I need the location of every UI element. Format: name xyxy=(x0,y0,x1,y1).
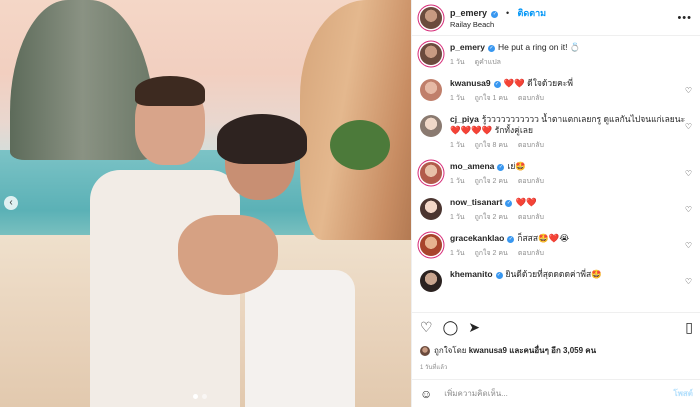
carousel-dot xyxy=(202,394,207,399)
heart-icon[interactable]: ♡ xyxy=(685,122,692,131)
post-photo[interactable]: ‹ xyxy=(0,0,411,407)
comment-icon[interactable]: ◯ xyxy=(443,319,459,336)
caption-username[interactable]: p_emery xyxy=(450,42,485,52)
reply-button[interactable]: ตอบกลับ xyxy=(518,142,544,149)
commenter-avatar[interactable] xyxy=(420,162,442,184)
carousel-dot xyxy=(193,394,198,399)
verified-icon: ✓ xyxy=(507,236,515,243)
likes-summary: ถูกใจโดย kwanusa9 และคนอื่นๆ อีก 3,059 ค… xyxy=(420,344,693,357)
comment-text: ก็สสส🤩❤️😭 xyxy=(517,233,570,243)
comment-time: 1 วัน xyxy=(450,178,465,185)
verified-icon: ✓ xyxy=(491,10,499,18)
commenter-avatar[interactable] xyxy=(420,270,442,292)
comment-item: gracekanklao ✓ ก็สสส🤩❤️😭 1 วัน ถูกใจ 2 คน ตอ… xyxy=(420,233,692,259)
comment-time: 1 วัน xyxy=(450,95,465,102)
post-location[interactable]: Railay Beach xyxy=(450,19,546,30)
heart-icon[interactable]: ♡ xyxy=(685,169,692,178)
post-date: 1 วันที่แล้ว xyxy=(420,365,448,371)
heart-icon[interactable]: ♡ xyxy=(685,277,692,286)
verified-icon: ✓ xyxy=(487,45,495,52)
comment-input[interactable] xyxy=(442,388,674,399)
add-comment-bar: ☺ โพสต์ xyxy=(412,379,700,407)
comment-text: ❤️❤️ ดีใจด้วยคะพี่ xyxy=(503,78,573,88)
verified-icon: ✓ xyxy=(497,164,505,171)
share-icon[interactable]: ➤ xyxy=(468,319,480,336)
carousel-prev-button[interactable]: ‹ xyxy=(4,196,18,210)
author-username[interactable]: p_emery xyxy=(450,8,487,18)
comment-likes[interactable]: ถูกใจ 2 คน xyxy=(475,178,508,185)
comment-item: kwanusa9 ✓ ❤️❤️ ดีใจด้วยคะพี่ 1 วัน ถูกใจ 1… xyxy=(420,78,692,104)
comment-time: 1 วัน xyxy=(450,214,465,221)
post-actions: ♡ ◯ ➤ ▯ ถูกใจโดย kwanusa9 และคนอื่นๆ อีก… xyxy=(412,312,700,372)
comment-text: รู้ววววววววววว น้ำตาแตกเลยกรู ดูแลกันไปจ… xyxy=(450,114,686,135)
verified-icon: ✓ xyxy=(495,272,503,279)
commenter-avatar[interactable] xyxy=(420,198,442,220)
carousel-dots xyxy=(193,394,207,399)
smile-icon[interactable]: ☺ xyxy=(420,387,432,401)
comment-username[interactable]: kwanusa9 xyxy=(450,78,491,88)
comment-item: now_tisanart ✓ ❤️❤️ 1 วัน ถูกใจ 2 คน ตอบกลับ… xyxy=(420,197,692,223)
likes-count[interactable]: และคนอื่นๆ อีก 3,059 คน xyxy=(509,344,596,357)
commenter-avatar[interactable] xyxy=(420,79,442,101)
comment-item: khemanito ✓ ยินดีด้วยที่สุดดดดค่าพี่ส🤩 ♡ xyxy=(420,269,692,292)
verified-icon: ✓ xyxy=(505,200,513,207)
caption-text: He put a ring on it! 💍 xyxy=(497,42,581,52)
comment-username[interactable]: gracekanklao xyxy=(450,233,504,243)
comment-username[interactable]: mo_amena xyxy=(450,161,494,171)
commenter-avatar[interactable] xyxy=(420,234,442,256)
liker-avatar xyxy=(420,345,430,356)
comment-text: ยินดีด้วยที่สุดดดดค่าพี่ส🤩 xyxy=(505,269,602,279)
follow-button[interactable]: ติดตาม xyxy=(518,8,547,18)
reply-button[interactable]: ตอบกลับ xyxy=(518,250,544,257)
reply-button[interactable]: ตอบกลับ xyxy=(518,95,544,102)
comment-likes[interactable]: ถูกใจ 1 คน xyxy=(475,95,508,102)
comment-time: 1 วัน xyxy=(450,142,465,149)
comments-list: p_emery ✓ He put a ring on it! 💍 1 วัน ดูคำ… xyxy=(412,36,700,292)
likes-prefix: ถูกใจโดย xyxy=(434,346,467,355)
post-header: p_emery ✓ • ติดตาม Railay Beach ••• xyxy=(412,0,700,36)
comment-username[interactable]: khemanito xyxy=(450,269,493,279)
comment-item: mo_amena ✓ เย่🤩 1 วัน ถูกใจ 2 คน ตอบกลับ ♡ xyxy=(420,161,692,187)
post-side-panel: p_emery ✓ • ติดตาม Railay Beach ••• p_em… xyxy=(411,0,700,407)
liker-username[interactable]: kwanusa9 xyxy=(469,346,507,355)
post-comment-button[interactable]: โพสต์ xyxy=(673,387,693,400)
bookmark-icon[interactable]: ▯ xyxy=(685,319,693,336)
heart-icon[interactable]: ♡ xyxy=(685,241,692,250)
author-info: p_emery ✓ • ติดตาม Railay Beach xyxy=(450,6,546,30)
instagram-post-modal: ‹ p_emery ✓ • ติดตาม Railay Beach ••• p_… xyxy=(0,0,700,407)
reply-button[interactable]: ตอบกลับ xyxy=(518,214,544,221)
reply-button[interactable]: ตอบกลับ xyxy=(518,178,544,185)
caption: p_emery ✓ He put a ring on it! 💍 1 วัน ดูคำ… xyxy=(420,42,692,68)
comment-username[interactable]: now_tisanart xyxy=(450,197,502,207)
comment-likes[interactable]: ถูกใจ 2 คน xyxy=(475,214,508,221)
commenter-avatar[interactable] xyxy=(420,115,442,137)
comment-item: cj_piya รู้ววววววววววว น้ำตาแตกเลยกรู ดูแ… xyxy=(420,114,692,151)
author-avatar[interactable] xyxy=(420,6,442,29)
comment-text: ❤️❤️ xyxy=(515,197,537,207)
heart-icon[interactable]: ♡ xyxy=(685,86,692,95)
caption-avatar[interactable] xyxy=(420,43,442,65)
separator-dot: • xyxy=(505,7,510,18)
ring-hand xyxy=(178,215,278,295)
translate-link[interactable]: ดูคำแปล xyxy=(475,59,501,66)
comment-username[interactable]: cj_piya xyxy=(450,114,479,124)
comment-text: เย่🤩 xyxy=(507,161,526,171)
comment-likes[interactable]: ถูกใจ 2 คน xyxy=(475,250,508,257)
heart-icon[interactable]: ♡ xyxy=(685,205,692,214)
comment-time: 1 วัน xyxy=(450,250,465,257)
comment-likes[interactable]: ถูกใจ 8 คน xyxy=(475,142,508,149)
verified-icon: ✓ xyxy=(493,81,501,88)
caption-time: 1 วัน xyxy=(450,59,465,66)
heart-icon[interactable]: ♡ xyxy=(420,319,433,336)
more-icon[interactable]: ••• xyxy=(677,12,692,24)
